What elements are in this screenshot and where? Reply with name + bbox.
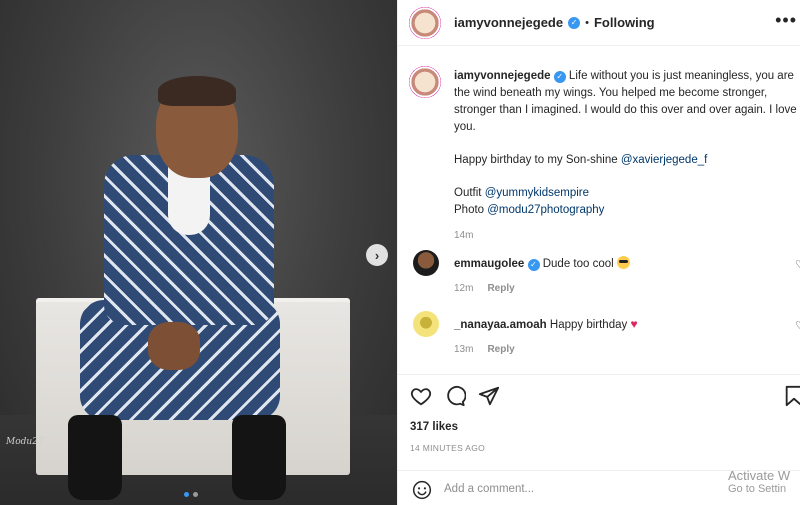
caption-timestamp: 14m <box>454 230 474 241</box>
caption-username[interactable]: iamyvonnejegede <box>454 70 551 82</box>
header-separator: • <box>585 16 589 29</box>
reply-button[interactable]: Reply <box>487 283 514 294</box>
emoji-smiley-icon[interactable] <box>412 480 432 505</box>
mention-link[interactable]: @modu27photography <box>487 204 604 216</box>
reply-button[interactable]: Reply <box>487 344 514 355</box>
child-hands <box>148 322 200 370</box>
windows-activation-watermark: Activate W Go to Settin <box>728 468 800 495</box>
comment-timestamp: 13m <box>454 344 474 355</box>
author-avatar[interactable] <box>409 7 441 39</box>
activation-line-1: Activate W <box>728 468 791 483</box>
caption-birthday-text: Happy birthday to my Son-shine <box>454 154 621 166</box>
likes-count[interactable]: 317 likes <box>410 421 458 433</box>
left-boot <box>68 415 122 500</box>
like-comment-heart-icon[interactable]: ♡ <box>795 258 800 271</box>
author-username[interactable]: iamyvonnejegede <box>454 15 563 30</box>
carousel-dots <box>184 492 198 497</box>
activation-line-2: Go to Settin <box>728 483 787 495</box>
post-timestamp: 14 MINUTES AGO <box>410 443 486 453</box>
mention-link[interactable]: @xavierjegede_f <box>621 154 707 166</box>
sunglasses-emoji-icon <box>616 256 630 269</box>
post-sidebar: iamyvonnejegede ✓ • Following ••• iamyvo… <box>397 0 800 505</box>
like-heart-icon[interactable] <box>410 385 432 412</box>
child-hair <box>158 76 236 106</box>
comment-text: Dude too cool <box>542 258 614 270</box>
verified-badge-icon: ✓ <box>553 70 566 83</box>
add-comment-input[interactable] <box>444 479 724 499</box>
share-paper-plane-icon[interactable] <box>478 385 500 412</box>
caption-avatar[interactable] <box>409 66 441 98</box>
comment-bubble-icon[interactable] <box>444 385 467 412</box>
photo-watermark: Modu27 <box>6 437 44 447</box>
comment-timestamp: 12m <box>454 283 474 294</box>
like-comment-heart-icon[interactable]: ♡ <box>795 319 800 332</box>
save-bookmark-icon[interactable] <box>784 385 800 412</box>
verified-badge-icon: ✓ <box>568 16 581 29</box>
carousel-next-button[interactable]: › <box>366 244 388 266</box>
following-button[interactable]: Following <box>594 15 655 30</box>
commenter-avatar[interactable] <box>413 250 439 276</box>
carousel-dot-active <box>184 492 189 497</box>
post-photo[interactable]: Modu27 › <box>0 0 397 505</box>
post-actions-bar <box>398 374 800 420</box>
carousel-dot <box>193 492 198 497</box>
commenter-username[interactable]: emmaugolee <box>454 258 524 270</box>
photo-credit-label: Photo <box>454 204 488 216</box>
commenter-avatar[interactable] <box>413 311 439 337</box>
outfit-label: Outfit <box>454 187 485 199</box>
comment-text: Happy birthday <box>549 319 628 331</box>
verified-badge-icon: ✓ <box>527 258 540 271</box>
more-options-icon[interactable]: ••• <box>775 10 797 31</box>
commenter-username[interactable]: _nanayaa.amoah <box>454 319 547 331</box>
mention-link[interactable]: @yummykidsempire <box>485 187 589 199</box>
red-heart-emoji-icon: ♥ <box>630 317 638 331</box>
right-boot <box>232 415 286 500</box>
post-header: iamyvonnejegede ✓ • Following ••• <box>398 0 800 46</box>
